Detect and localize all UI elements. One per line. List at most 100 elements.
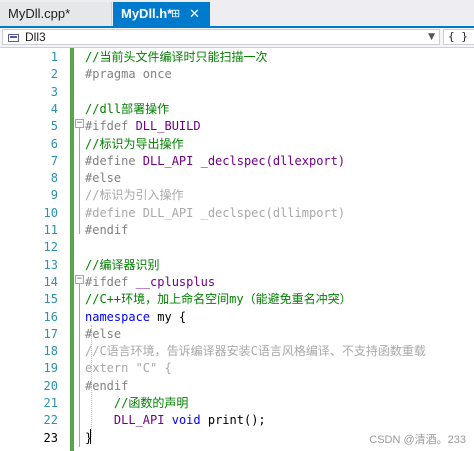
code-line[interactable]: 4 //dll部署操作 <box>0 101 474 118</box>
code-text: #define DLL_API _declspec(dllexport) <box>85 153 345 170</box>
line-number: 6 <box>50 136 58 151</box>
code-text: #ifdef DLL_BUILD <box>85 118 201 135</box>
code-line[interactable]: 1 //当前头文件编译时只能扫描一次 <box>0 49 474 66</box>
code-editor[interactable]: − − 1//当前头文件编译时只能扫描一次 2 #pragma once 3 4//dl… <box>0 48 474 451</box>
code-token: DLL_API <box>113 413 165 428</box>
code-text: #define DLL_API _declspec(dllimport) <box>85 205 345 222</box>
code-text: #ifdef __cplusplus <box>85 274 215 291</box>
code-token: namespace <box>85 309 151 324</box>
line-number: 20 <box>43 378 58 393</box>
code-token: #endif <box>85 223 129 237</box>
line-number: 11 <box>43 223 58 237</box>
code-token: //C++环境，加上命名空间my（能避免重名冲突） <box>85 292 352 307</box>
line-number: 16 <box>43 309 58 324</box>
code-text: //C++环境，加上命名空间my（能避免重名冲突） <box>85 291 352 308</box>
line-number: 21 <box>43 396 58 410</box>
pin-icon[interactable]: ⊞ <box>171 2 180 26</box>
line-number: 2 <box>50 67 58 82</box>
line-number: 23 <box>43 430 58 445</box>
code-text: //编译器识别 <box>85 257 159 274</box>
code-token: #else <box>85 326 122 341</box>
tab-mydll-cpp[interactable]: MyDll.cpp* <box>0 2 112 26</box>
code-token: #define DLL_API _declspec(dllimport) <box>85 205 346 220</box>
code-line[interactable]: 18 //C语言环境，告诉编译器安装C语言风格编译、不支持函数重载 <box>0 343 474 360</box>
code-line[interactable]: 8 #else <box>0 170 474 187</box>
tab-label: MyDll.h* <box>121 6 173 21</box>
code-token: DLL_API _declspec(dllexport) <box>142 153 346 168</box>
code-token: #endif <box>85 378 129 393</box>
code-text: #else <box>85 170 121 187</box>
project-dropdown[interactable]: Dll3 ▼ <box>2 29 440 45</box>
code-line[interactable]: 7 #define DLL_API _declspec(dllexport) <box>0 153 474 170</box>
code-text: //标识为导出操作 <box>85 136 183 153</box>
code-line[interactable]: 19 extern "C" { <box>0 360 474 377</box>
code-text: extern "C" { <box>85 360 172 377</box>
line-number: 15 <box>43 292 58 307</box>
code-line[interactable]: 9 //标识为引入操作 <box>0 187 474 204</box>
code-token: #ifdef <box>85 274 136 289</box>
line-number: 9 <box>50 188 58 203</box>
code-line[interactable]: 14 #ifdef __cplusplus <box>0 274 474 291</box>
line-number: 13 <box>43 257 58 272</box>
code-token: #ifdef <box>85 119 136 134</box>
code-text: #else <box>85 326 121 343</box>
scope-dropdown[interactable]: { } m <box>443 29 474 45</box>
code-line[interactable]: 16 namespace my { <box>0 309 474 326</box>
code-text: #pragma once <box>85 66 172 83</box>
navigation-bar: Dll3 ▼ { } m <box>0 28 474 48</box>
project-icon <box>8 34 19 42</box>
code-line[interactable]: 17 #else <box>0 326 474 343</box>
code-token: extern "C" { <box>85 361 172 376</box>
code-line[interactable]: 11 #endif <box>0 222 474 239</box>
code-line[interactable]: 15 //C++环境，加上命名空间my（能避免重名冲突） <box>0 291 474 308</box>
code-token: print(); <box>200 413 266 428</box>
code-text: namespace my { <box>85 309 186 326</box>
code-token: my { <box>150 309 187 324</box>
watermark: CSDN @清酒。233 <box>369 434 466 446</box>
code-token: //编译器识别 <box>85 257 160 272</box>
code-line[interactable]: 6 //标识为导出操作 <box>0 136 474 153</box>
code-line[interactable]: 5 #ifdef DLL_BUILD <box>0 118 474 135</box>
tab-mydll-h[interactable]: MyDll.h* ⊞ ✕ <box>113 2 210 26</box>
scope-label: { } m <box>448 30 474 43</box>
code-token: void <box>171 413 201 428</box>
close-icon[interactable]: ✕ <box>189 2 200 26</box>
code-line[interactable]: 21 //函数的声明 <box>0 395 474 412</box>
code-line[interactable]: 2 #pragma once <box>0 66 474 83</box>
code-line[interactable]: 20 #endif <box>0 378 474 395</box>
project-name: Dll3 <box>25 30 46 44</box>
code-token: #else <box>85 171 122 186</box>
line-number: 3 <box>50 84 58 99</box>
code-token: #pragma once <box>85 67 172 82</box>
code-text: //函数的声明 <box>85 395 188 412</box>
line-number: 17 <box>43 326 58 341</box>
code-token: //当前头文件编译时只能扫描一次 <box>85 50 268 64</box>
code-token: __cplusplus <box>135 274 216 289</box>
code-token: //dll部署操作 <box>85 101 170 116</box>
code-line[interactable]: 10 #define DLL_API _declspec(dllimport) <box>0 205 474 222</box>
line-number: 7 <box>50 153 58 168</box>
code-text: //当前头文件编译时只能扫描一次 <box>85 49 267 66</box>
code-text: #endif <box>85 378 128 395</box>
code-token: //标识为引入操作 <box>85 188 184 203</box>
code-text: //dll部署操作 <box>85 101 169 118</box>
code-line[interactable]: 12 <box>0 239 474 256</box>
code-text: DLL_API void print(); <box>85 412 266 429</box>
line-number: 5 <box>50 119 58 134</box>
line-number: 4 <box>50 101 58 116</box>
code-token: } <box>85 430 93 445</box>
code-line[interactable]: 3 <box>0 84 474 101</box>
code-text: } <box>85 430 92 447</box>
code-text: #endif <box>85 222 128 239</box>
line-number: 10 <box>43 205 58 220</box>
line-number: 22 <box>43 413 58 428</box>
code-line[interactable]: 22 DLL_API void print(); <box>0 412 474 429</box>
chevron-down-icon[interactable]: ▼ <box>428 30 435 45</box>
line-number: 19 <box>43 361 58 376</box>
line-number: 14 <box>43 274 58 289</box>
code-text: //标识为引入操作 <box>85 187 183 204</box>
code-token: #define <box>85 153 143 168</box>
code-line[interactable]: 13 //编译器识别 <box>0 257 474 274</box>
line-number: 12 <box>43 240 58 255</box>
